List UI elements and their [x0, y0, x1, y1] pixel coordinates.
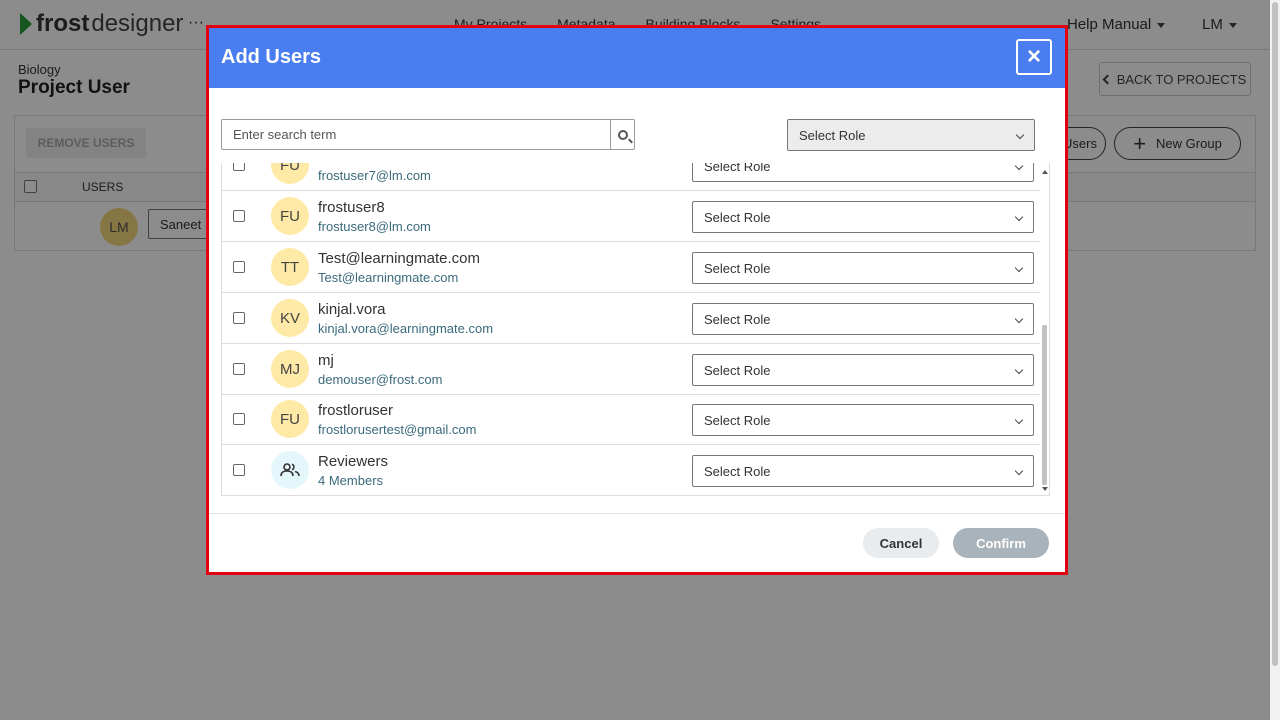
scroll-up-arrow-icon[interactable]: [1042, 170, 1048, 174]
row-role-value: Select Role: [704, 362, 771, 378]
row-role-value: Select Role: [704, 209, 771, 225]
modal-title: Add Users: [221, 46, 322, 68]
user-email: frostuser7@lm.com: [318, 168, 431, 183]
avatar: FU: [271, 400, 309, 438]
row-checkbox[interactable]: [233, 261, 245, 273]
avatar: KV: [271, 299, 309, 337]
chevron-down-icon: [1014, 466, 1024, 476]
row-role-select[interactable]: Select Role: [692, 455, 1034, 487]
avatar: FU: [271, 197, 309, 235]
row-role-value: Select Role: [704, 412, 771, 428]
modal-header: Add Users ×: [209, 28, 1065, 88]
avatar: TT: [271, 248, 309, 286]
modal-footer-divider: [209, 513, 1065, 514]
group-name: Reviewers: [318, 453, 389, 470]
page-scrollbar-thumb[interactable]: [1272, 2, 1278, 666]
chevron-down-icon: [1014, 163, 1024, 171]
row-role-select[interactable]: Select Role: [692, 354, 1034, 386]
chevron-down-icon: [1014, 212, 1024, 222]
group-members-count: 4 Members: [318, 473, 384, 488]
chevron-down-icon: [1014, 415, 1024, 425]
chevron-down-icon: [1014, 365, 1024, 375]
user-email: Test@learningmate.com: [318, 270, 459, 285]
row-role-select[interactable]: Select Role: [692, 404, 1034, 436]
row-checkbox[interactable]: [233, 464, 245, 476]
user-name: frostuser7: [318, 163, 385, 165]
user-name: Test@learningmate.com: [318, 250, 480, 267]
chevron-down-icon: [1014, 314, 1024, 324]
user-email: frostuser8@lm.com: [318, 219, 431, 234]
group-icon: [280, 463, 300, 477]
user-email: frostlorusertest@gmail.com: [318, 422, 477, 437]
row-checkbox[interactable]: [233, 163, 245, 171]
list-item: FU frostloruser frostlorusertest@gmail.c…: [222, 394, 1040, 445]
list-scrollbar-thumb[interactable]: [1042, 325, 1047, 485]
user-name: frostloruser: [318, 402, 394, 419]
avatar: MJ: [271, 350, 309, 388]
add-users-modal: Add Users × Select Role FU frostuser7 fr…: [206, 25, 1068, 575]
list-item: TT Test@learningmate.com Test@learningma…: [222, 242, 1040, 293]
row-role-value: Select Role: [704, 260, 771, 276]
row-role-select[interactable]: Select Role: [692, 303, 1034, 335]
global-role-select[interactable]: Select Role: [787, 119, 1035, 151]
row-checkbox[interactable]: [233, 312, 245, 324]
row-role-select[interactable]: Select Role: [692, 201, 1034, 233]
group-avatar: [271, 451, 309, 489]
row-checkbox[interactable]: [233, 413, 245, 425]
user-email: kinjal.vora@learningmate.com: [318, 321, 494, 336]
search-input[interactable]: [222, 120, 610, 149]
search-button[interactable]: [610, 120, 634, 149]
row-role-value: Select Role: [704, 463, 771, 479]
search-icon: [617, 129, 628, 140]
row-role-value: Select Role: [704, 163, 771, 174]
chevron-down-icon: [1014, 263, 1024, 273]
confirm-button[interactable]: Confirm: [953, 528, 1049, 558]
user-name: frostuser8: [318, 199, 385, 216]
search-box: [221, 119, 635, 150]
avatar: FU: [271, 163, 309, 184]
list-item: FU frostuser7 frostuser7@lm.com Select R…: [222, 163, 1040, 191]
scroll-down-arrow-icon[interactable]: [1042, 487, 1048, 491]
close-icon: ×: [1026, 43, 1041, 70]
list-item: FU frostuser8 frostuser8@lm.com Select R…: [222, 191, 1040, 242]
global-role-value: Select Role: [799, 127, 866, 143]
user-name: mj: [318, 352, 334, 369]
row-role-value: Select Role: [704, 311, 771, 327]
cancel-button[interactable]: Cancel: [863, 528, 939, 558]
list-item: MJ mj demouser@frost.com Select Role: [222, 344, 1040, 395]
user-name: kinjal.vora: [318, 301, 386, 318]
row-role-select[interactable]: Select Role: [692, 163, 1034, 182]
user-email: demouser@frost.com: [318, 372, 443, 387]
list-item: Reviewers 4 Members Select Role: [222, 445, 1040, 495]
chevron-down-icon: [1015, 130, 1025, 140]
list-scrollbar[interactable]: [1040, 165, 1050, 495]
close-button[interactable]: ×: [1016, 39, 1052, 75]
row-checkbox[interactable]: [233, 363, 245, 375]
row-checkbox[interactable]: [233, 210, 245, 222]
row-role-select[interactable]: Select Role: [692, 252, 1034, 284]
page-scrollbar[interactable]: [1270, 0, 1280, 720]
list-item: KV kinjal.vora kinjal.vora@learningmate.…: [222, 293, 1040, 344]
user-list: FU frostuser7 frostuser7@lm.com Select R…: [221, 163, 1050, 496]
